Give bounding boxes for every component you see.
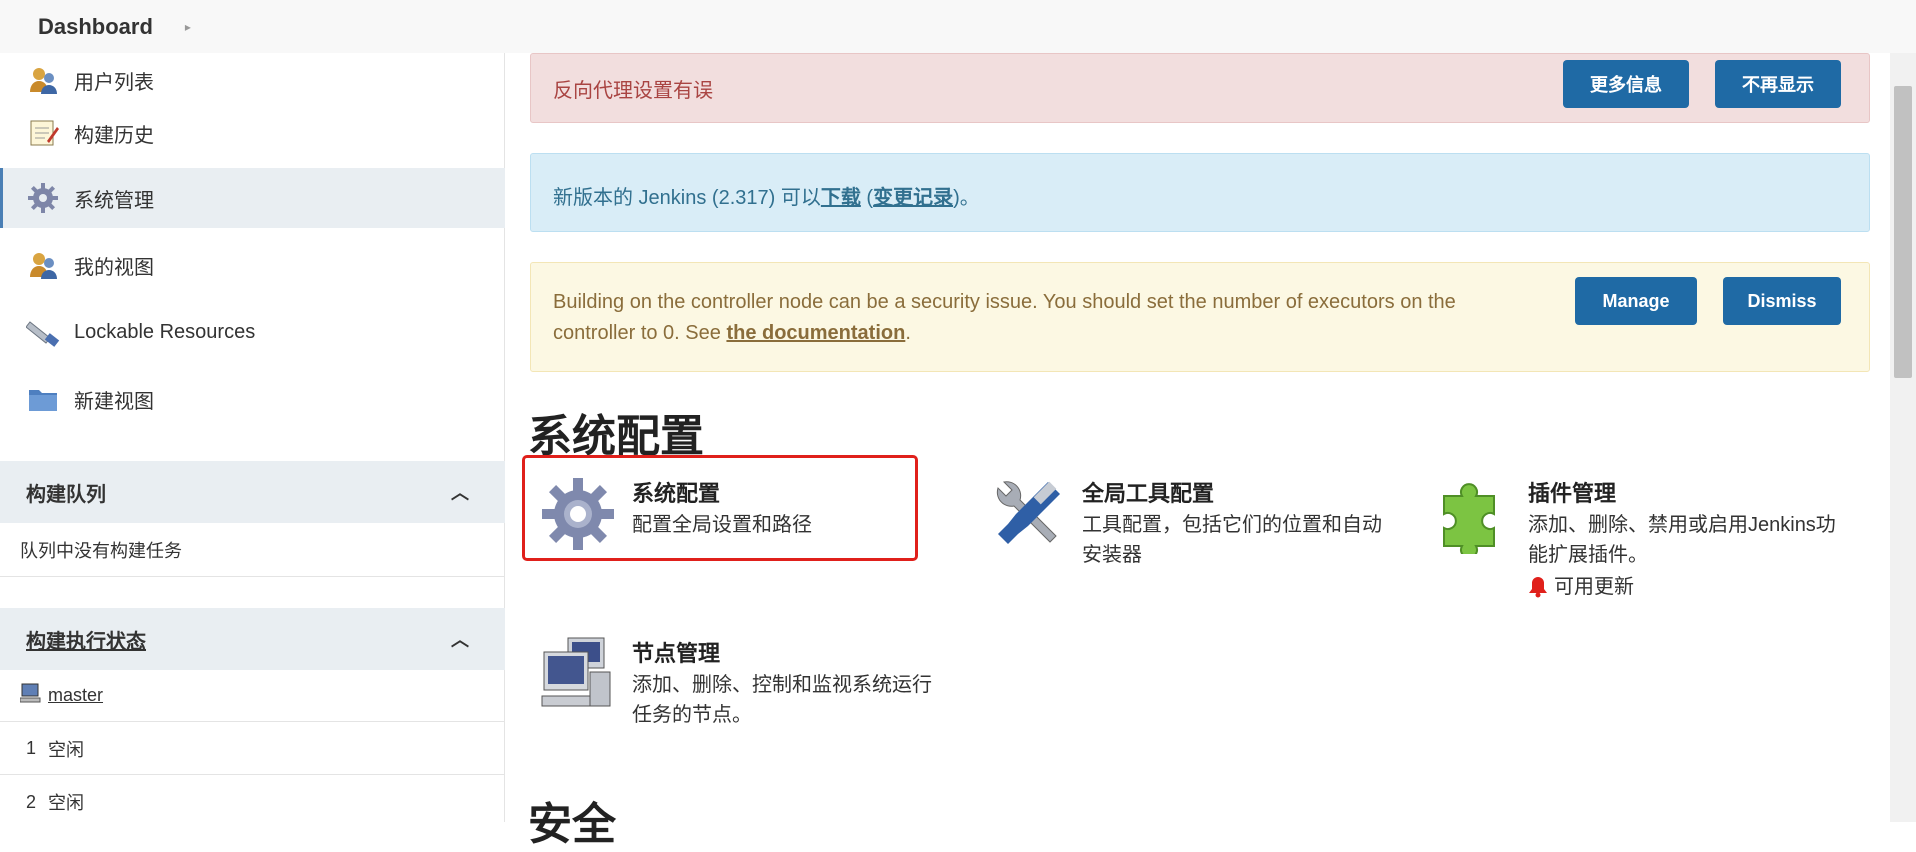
build-queue-empty: 队列中没有构建任务 bbox=[0, 523, 505, 577]
build-queue-header[interactable]: 构建队列 ︿ bbox=[0, 461, 505, 523]
sidebar-item-label: 系统管理 bbox=[74, 189, 154, 212]
sidebar-item-new-view[interactable]: 新建视图 bbox=[0, 369, 505, 429]
breadcrumb-dashboard[interactable]: Dashboard bbox=[38, 14, 153, 40]
security-alert-period: . bbox=[905, 322, 911, 344]
notepad-icon bbox=[26, 116, 60, 150]
tile-description: 添加、删除、禁用或启用Jenkins功 能扩展插件。 bbox=[1528, 510, 1836, 570]
tools-icon bbox=[988, 474, 1068, 554]
computer-icon bbox=[19, 683, 42, 708]
reverse-proxy-alert: 反向代理设置有误 更多信息 不再显示 bbox=[530, 53, 1870, 123]
controller-security-alert: Building on the controller node can be a… bbox=[530, 262, 1870, 372]
section-title-security: 安全 bbox=[528, 800, 616, 849]
computer-icon bbox=[538, 634, 618, 714]
dont-show-again-button[interactable]: 不再显示 bbox=[1715, 60, 1841, 108]
download-link[interactable]: 下载 bbox=[821, 187, 861, 209]
tile-description-line: 安装器 bbox=[1082, 544, 1142, 566]
more-info-button[interactable]: 更多信息 bbox=[1563, 60, 1689, 108]
tile-description-line: 工具配置，包括它们的位置和自动 bbox=[1082, 514, 1382, 536]
build-queue-title: 构建队列 bbox=[26, 483, 106, 506]
build-queue-empty-text: 队列中没有构建任务 bbox=[20, 540, 182, 561]
update-available-alert: 新版本的 Jenkins (2.317) 可以下载 (变更记录)。 bbox=[530, 153, 1870, 232]
security-alert-line2-text: controller to 0. See bbox=[553, 322, 727, 344]
highlight-box bbox=[522, 455, 918, 561]
breadcrumb-bar: Dashboard ▸ bbox=[0, 0, 1916, 53]
tile-title[interactable]: 全局工具配置 bbox=[1082, 476, 1382, 508]
tile-description-line: 能扩展插件。 bbox=[1528, 544, 1648, 566]
sidebar-item-lockable-resources[interactable]: Lockable Resources bbox=[0, 302, 505, 362]
sidebar-item-users[interactable]: 用户列表 bbox=[0, 59, 505, 101]
executor-number: 2 bbox=[26, 791, 37, 812]
updates-available-label[interactable]: 可用更新 bbox=[1554, 572, 1634, 602]
tile-title[interactable]: 插件管理 bbox=[1528, 476, 1836, 508]
tile-global-tools[interactable]: 全局工具配置 工具配置，包括它们的位置和自动 安装器 bbox=[988, 474, 1382, 570]
update-alert-prefix: 新版本的 Jenkins (2.317) 可以 bbox=[553, 187, 821, 209]
sidebar-item-build-history[interactable]: 构建历史 bbox=[0, 103, 505, 163]
tile-description-line: 任务的节点。 bbox=[632, 704, 752, 726]
documentation-link[interactable]: the documentation bbox=[726, 322, 905, 344]
usb-icon bbox=[26, 315, 60, 349]
executor-state: 空闲 bbox=[48, 793, 85, 813]
executor-row: 1 空闲 bbox=[0, 723, 505, 775]
tile-description-line: 添加、删除、禁用或启用Jenkins功 bbox=[1528, 514, 1836, 536]
sidebar-item-my-views[interactable]: 我的视图 bbox=[0, 235, 505, 295]
tile-description: 工具配置，包括它们的位置和自动 安装器 bbox=[1082, 510, 1382, 570]
tile-title[interactable]: 节点管理 bbox=[632, 636, 932, 668]
puzzle-icon bbox=[1434, 474, 1514, 559]
folder-icon bbox=[26, 382, 60, 416]
sidebar-item-label: 构建历史 bbox=[74, 124, 154, 147]
gear-icon bbox=[26, 181, 60, 215]
update-alert-text: 新版本的 Jenkins (2.317) 可以下载 (变更记录)。 bbox=[553, 181, 980, 210]
manage-button[interactable]: Manage bbox=[1575, 277, 1697, 325]
executor-node-link[interactable]: master bbox=[48, 685, 103, 706]
scrollbar-thumb[interactable] bbox=[1894, 86, 1912, 378]
security-alert-text: Building on the controller node can be a… bbox=[553, 287, 1513, 349]
executor-node-row[interactable]: master bbox=[0, 670, 505, 722]
dismiss-button[interactable]: Dismiss bbox=[1723, 277, 1841, 325]
chevron-up-icon[interactable]: ︿ bbox=[451, 626, 469, 652]
executors-header[interactable]: 构建执行状态 ︿ bbox=[0, 608, 505, 670]
chevron-up-icon[interactable]: ︿ bbox=[451, 479, 469, 505]
tile-node-manager[interactable]: 节点管理 添加、删除、控制和监视系统运行 任务的节点。 bbox=[538, 634, 932, 730]
tile-plugin-manager[interactable]: 插件管理 添加、删除、禁用或启用Jenkins功 能扩展插件。 可用更新 bbox=[1434, 474, 1836, 602]
security-alert-line2: controller to 0. See the documentation. bbox=[553, 318, 1513, 349]
update-alert-paren: ( bbox=[860, 187, 874, 209]
executor-row: 2 空闲 bbox=[0, 776, 505, 828]
reverse-proxy-alert-text: 反向代理设置有误 bbox=[553, 80, 713, 102]
changelog-link[interactable]: 变更记录 bbox=[873, 187, 953, 209]
executor-state: 空闲 bbox=[48, 739, 85, 760]
sidebar-item-label: Lockable Resources bbox=[74, 320, 256, 343]
update-alert-suffix: )。 bbox=[953, 187, 980, 209]
users-icon bbox=[26, 63, 60, 97]
users-icon bbox=[26, 248, 60, 282]
sidebar-item-label: 用户列表 bbox=[74, 71, 154, 94]
sidebar-item-label: 新建视图 bbox=[74, 390, 154, 413]
bell-icon bbox=[1528, 576, 1548, 598]
executor-number: 1 bbox=[26, 738, 37, 758]
breadcrumb-chevron-icon[interactable]: ▸ bbox=[185, 20, 191, 34]
tile-description: 添加、删除、控制和监视系统运行 任务的节点。 bbox=[632, 670, 932, 730]
sidebar: 用户列表 构建历史 系统管理 我的视图 Lockable Resources 新… bbox=[0, 53, 505, 822]
updates-available[interactable]: 可用更新 bbox=[1528, 572, 1836, 602]
executors-title[interactable]: 构建执行状态 bbox=[26, 625, 146, 654]
security-alert-line1: Building on the controller node can be a… bbox=[553, 291, 1456, 313]
sidebar-item-manage[interactable]: 系统管理 bbox=[0, 168, 505, 228]
tile-description-line: 添加、删除、控制和监视系统运行 bbox=[632, 674, 932, 696]
sidebar-item-label: 我的视图 bbox=[74, 256, 154, 279]
